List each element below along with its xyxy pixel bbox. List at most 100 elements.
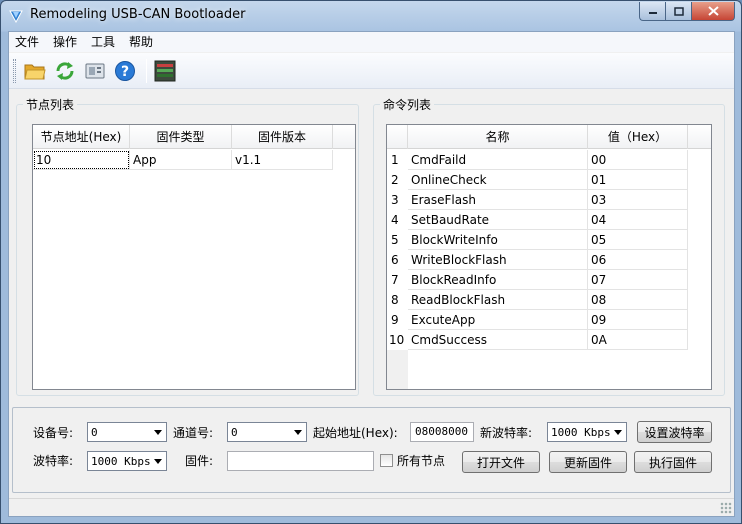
set-baud-button[interactable]: 设置波特率 [637, 421, 712, 443]
menu-help[interactable]: 帮助 [122, 32, 160, 52]
firmware-chip-icon [154, 60, 176, 82]
row-number: 2 [387, 170, 408, 190]
command-list-header: 名称 值（Hex） [387, 125, 711, 149]
node-type-cell[interactable]: App [130, 150, 232, 170]
command-list-title: 命令列表 [383, 98, 432, 112]
menu-operate[interactable]: 操作 [46, 32, 84, 52]
chevron-down-icon [154, 459, 162, 464]
command-value-cell[interactable]: 0A [588, 330, 688, 350]
command-value-cell[interactable]: 08 [588, 290, 688, 310]
all-nodes-label: 所有节点 [397, 454, 446, 468]
title-bar[interactable]: Remodeling USB-CAN Bootloader [1, 1, 741, 31]
firmware-button[interactable] [152, 58, 178, 84]
chevron-down-icon [154, 430, 162, 435]
command-list-view[interactable]: 名称 值（Hex） 1 CmdFaild 00 2 OnlineCheck 01… [386, 124, 712, 390]
column-firmware-version[interactable]: 固件版本 [232, 125, 333, 149]
new-baud-select[interactable]: 1000 Kbps [547, 422, 627, 442]
command-name-cell[interactable]: CmdSuccess [408, 330, 588, 350]
control-panel: 设备号: 0 通道号: 0 起始地址(Hex): 08008000 新波特率: … [12, 407, 731, 493]
app-icon [9, 10, 23, 24]
row-number: 7 [387, 270, 408, 290]
channel-select[interactable]: 0 [227, 422, 307, 442]
start-address-input[interactable]: 08008000 [410, 422, 474, 442]
command-value-cell[interactable]: 04 [588, 210, 688, 230]
column-firmware-type[interactable]: 固件类型 [130, 125, 232, 149]
node-address-cell[interactable]: 10 [33, 150, 130, 170]
update-firmware-button[interactable]: 更新固件 [549, 451, 627, 473]
command-name-cell[interactable]: ExcuteApp [408, 310, 588, 330]
command-name-cell[interactable]: EraseFlash [408, 190, 588, 210]
row-number: 5 [387, 230, 408, 250]
command-name-cell[interactable]: BlockWriteInfo [408, 230, 588, 250]
node-list-title: 节点列表 [26, 98, 75, 112]
row-number: 8 [387, 290, 408, 310]
close-button[interactable] [691, 2, 735, 21]
client-area: 文件 操作 工具 帮助 ? 节点列表 节点地址(Hex) 固件类型 固件版本 1… [8, 31, 735, 517]
command-value-cell[interactable]: 07 [588, 270, 688, 290]
node-list-view[interactable]: 节点地址(Hex) 固件类型 固件版本 10 App v1.1 [32, 124, 356, 390]
firmware-path-input[interactable] [227, 451, 374, 471]
help-button[interactable]: ? [112, 58, 138, 84]
device-label: 设备号: [33, 426, 74, 440]
command-name-cell[interactable]: ReadBlockFlash [408, 290, 588, 310]
window-title: Remodeling USB-CAN Bootloader [30, 7, 246, 22]
menu-file[interactable]: 文件 [9, 32, 46, 52]
toolbar-grip[interactable] [13, 59, 16, 83]
all-nodes-checkbox[interactable] [380, 454, 393, 467]
device-select[interactable]: 0 [87, 422, 167, 442]
menu-bar: 文件 操作 工具 帮助 [9, 32, 734, 52]
node-version-cell[interactable]: v1.1 [232, 150, 333, 170]
new-baud-label: 新波特率: [480, 426, 533, 440]
command-name-cell[interactable]: SetBaudRate [408, 210, 588, 230]
refresh-button[interactable] [52, 58, 78, 84]
baud-label: 波特率: [33, 454, 74, 468]
resize-grip[interactable] [720, 502, 732, 514]
row-number: 1 [387, 150, 408, 170]
firmware-label: 固件: [185, 454, 214, 468]
row-number: 6 [387, 250, 408, 270]
open-folder-icon [24, 64, 46, 80]
device-icon [85, 63, 105, 79]
row-number: 9 [387, 310, 408, 330]
command-name-cell[interactable]: WriteBlockFlash [408, 250, 588, 270]
help-icon: ? [115, 61, 135, 81]
column-node-address[interactable]: 节点地址(Hex) [33, 125, 130, 149]
channel-label: 通道号: [173, 426, 214, 440]
command-value-cell[interactable]: 03 [588, 190, 688, 210]
execute-firmware-button[interactable]: 执行固件 [634, 451, 712, 473]
command-value-cell[interactable]: 01 [588, 170, 688, 190]
column-command-value[interactable]: 值（Hex） [588, 125, 688, 149]
device-button[interactable] [82, 58, 108, 84]
command-value-cell[interactable]: 00 [588, 150, 688, 170]
node-list-header: 节点地址(Hex) 固件类型 固件版本 [33, 125, 355, 149]
baud-select[interactable]: 1000 Kbps [87, 451, 167, 471]
status-bar [9, 498, 734, 516]
open-file-button[interactable]: 打开文件 [462, 451, 540, 473]
close-icon [707, 6, 719, 16]
baud-select-value: 1000 Kbps [91, 454, 151, 468]
device-select-value: 0 [91, 425, 98, 439]
svg-text:?: ? [121, 64, 129, 80]
command-name-cell[interactable]: OnlineCheck [408, 170, 588, 190]
row-number: 4 [387, 210, 408, 230]
toolbar: ? [9, 53, 734, 89]
menu-tools[interactable]: 工具 [84, 32, 122, 52]
column-row-number [387, 125, 408, 149]
minimize-icon [648, 12, 657, 14]
minimize-button[interactable] [639, 2, 665, 21]
open-button[interactable] [22, 58, 48, 84]
command-value-cell[interactable]: 05 [588, 230, 688, 250]
start-address-label: 起始地址(Hex): [313, 426, 398, 440]
chevron-down-icon [294, 430, 302, 435]
command-name-cell[interactable]: CmdFaild [408, 150, 588, 170]
row-number: 3 [387, 190, 408, 210]
command-name-cell[interactable]: BlockReadInfo [408, 270, 588, 290]
command-value-cell[interactable]: 09 [588, 310, 688, 330]
column-command-name[interactable]: 名称 [408, 125, 588, 149]
command-value-cell[interactable]: 06 [588, 250, 688, 270]
caption-buttons [639, 2, 735, 21]
app-window: Remodeling USB-CAN Bootloader 文件 操作 工具 帮… [0, 0, 742, 524]
maximize-button[interactable] [665, 2, 691, 21]
maximize-icon [673, 6, 684, 16]
refresh-icon [56, 62, 74, 80]
